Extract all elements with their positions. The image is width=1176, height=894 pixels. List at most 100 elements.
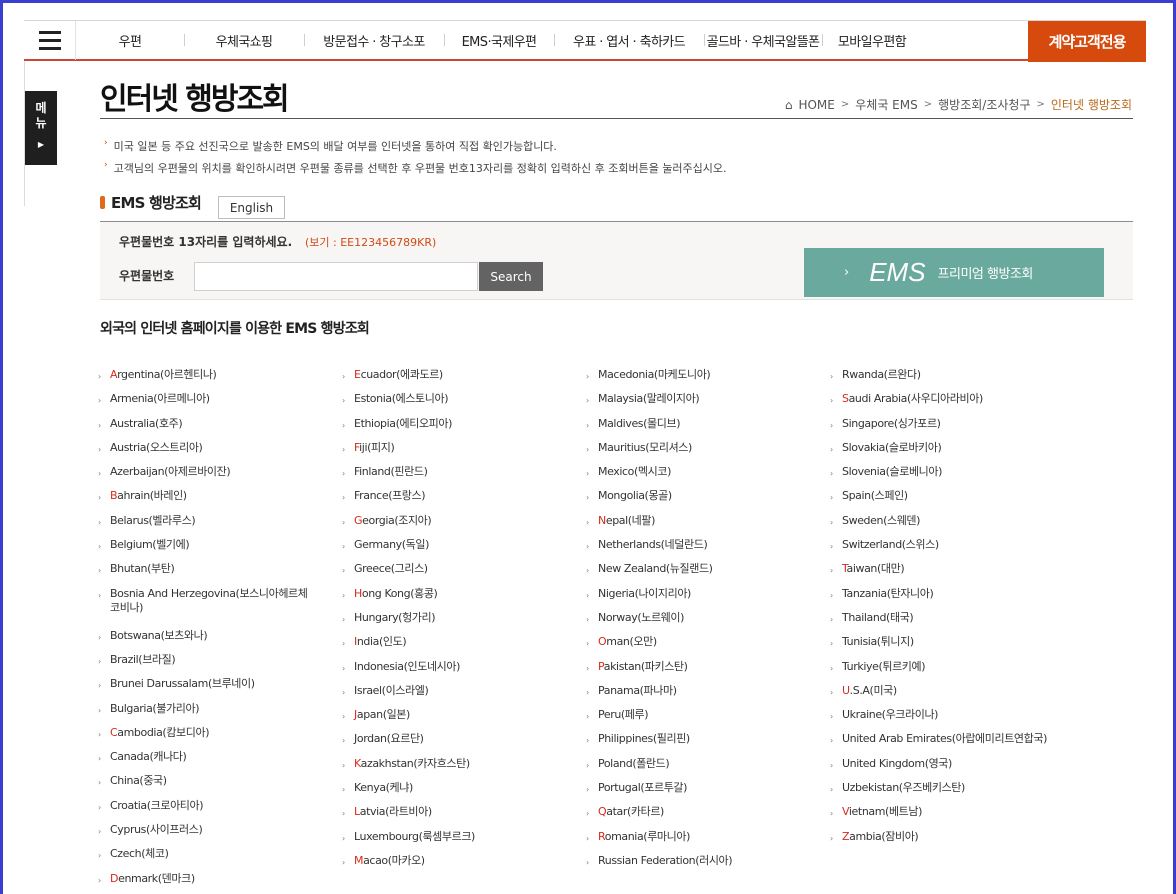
nav-item[interactable]: 골드바 · 우체국알뜰폰 — [704, 31, 822, 50]
country-name[interactable]: United Kingdom(영국) — [842, 757, 952, 771]
country-link[interactable]: › Kazakhstan(카자흐스탄) — [342, 757, 475, 781]
country-name[interactable]: Macao(마카오) — [354, 854, 425, 868]
contract-customer-button[interactable]: 계약고객전용 — [1028, 20, 1146, 62]
country-name[interactable]: Armenia(아르메니아) — [110, 392, 210, 406]
country-name[interactable]: Czech(체코) — [110, 847, 169, 861]
nav-item[interactable]: 우체국쇼핑 — [184, 31, 304, 50]
country-link[interactable]: › Maldives(몰디브) — [586, 417, 732, 441]
country-name[interactable]: Cyprus(사이프러스) — [110, 823, 203, 837]
country-name[interactable]: Norway(노르웨이) — [598, 611, 684, 625]
nav-item[interactable]: 우표 · 엽서 · 축하카드 — [554, 31, 704, 50]
country-link[interactable]: › Ethiopia(에티오피아) — [342, 417, 475, 441]
country-name[interactable]: China(중국) — [110, 774, 167, 788]
nav-item[interactable]: 모바일우편함 — [822, 31, 922, 50]
country-link[interactable]: › United Kingdom(영국) — [830, 757, 1047, 781]
country-link[interactable]: › Botswana(보츠와나) — [98, 629, 310, 653]
country-name[interactable]: Tanzania(탄자니아) — [842, 587, 934, 601]
country-link[interactable]: › Switzerland(스위스) — [830, 538, 1047, 562]
country-name[interactable]: Croatia(크로아티아) — [110, 799, 204, 813]
country-link[interactable]: › Kenya(케냐) — [342, 781, 475, 805]
country-link[interactable]: › Fiji(피지) — [342, 441, 475, 465]
country-link[interactable]: › Bulgaria(불가리아) — [98, 702, 310, 726]
country-name[interactable]: Azerbaijan(아제르바이잔) — [110, 465, 231, 479]
country-link[interactable]: › New Zealand(뉴질랜드) — [586, 562, 732, 586]
country-name[interactable]: Poland(폴란드) — [598, 757, 670, 771]
country-name[interactable]: Portugal(포르투갈) — [598, 781, 687, 795]
breadcrumb-home[interactable]: HOME — [798, 98, 834, 112]
country-name[interactable]: Argentina(아르헨티나) — [110, 368, 217, 382]
country-name[interactable]: Philippines(필리핀) — [598, 732, 690, 746]
country-name[interactable]: Switzerland(스위스) — [842, 538, 939, 552]
tracking-number-input[interactable] — [194, 262, 478, 291]
country-name[interactable]: Botswana(보츠와나) — [110, 629, 208, 643]
country-name[interactable]: Brazil(브라질) — [110, 653, 176, 667]
english-button[interactable]: English — [218, 196, 285, 219]
nav-item[interactable]: EMS·국제우편 — [444, 31, 554, 50]
breadcrumb-item-ems[interactable]: 우체국 EMS — [855, 96, 918, 113]
country-link[interactable]: › Turkiye(튀르키예) — [830, 660, 1047, 684]
country-name[interactable]: Singapore(싱가포르) — [842, 417, 941, 431]
country-link[interactable]: › U.S.A(미국) — [830, 684, 1047, 708]
country-link[interactable]: › Azerbaijan(아제르바이잔) — [98, 465, 310, 489]
country-link[interactable]: › Mexico(멕시코) — [586, 465, 732, 489]
country-link[interactable]: › Poland(폴란드) — [586, 757, 732, 781]
country-name[interactable]: Germany(독일) — [354, 538, 429, 552]
country-name[interactable]: Canada(캐나다) — [110, 750, 187, 764]
country-name[interactable]: Estonia(에스토니아) — [354, 392, 448, 406]
country-link[interactable]: › Netherlands(네덜란드) — [586, 538, 732, 562]
country-name[interactable]: U.S.A(미국) — [842, 684, 897, 698]
country-name[interactable]: Kazakhstan(카자흐스탄) — [354, 757, 470, 771]
country-link[interactable]: › Brazil(브라질) — [98, 653, 310, 677]
country-link[interactable]: › Georgia(조지아) — [342, 514, 475, 538]
country-name[interactable]: Mauritius(모리셔스) — [598, 441, 692, 455]
country-name[interactable]: Israel(이스라엘) — [354, 684, 429, 698]
country-link[interactable]: › Bahrain(바레인) — [98, 489, 310, 513]
country-link[interactable]: › Bosnia And Herzegovina(보스니아헤르체코비나) — [98, 587, 310, 629]
country-link[interactable]: › India(인도) — [342, 635, 475, 659]
country-name[interactable]: Russian Federation(러시아) — [598, 854, 733, 868]
country-link[interactable]: › Latvia(라트비아) — [342, 805, 475, 829]
country-link[interactable]: › Mauritius(모리셔스) — [586, 441, 732, 465]
country-name[interactable]: Latvia(라트비아) — [354, 805, 432, 819]
country-name[interactable]: Georgia(조지아) — [354, 514, 432, 528]
country-name[interactable]: Brunei Darussalam(브루네이) — [110, 677, 255, 691]
country-name[interactable]: Pakistan(파키스탄) — [598, 660, 688, 674]
country-name[interactable]: Oman(오만) — [598, 635, 657, 649]
country-link[interactable]: › Spain(스페인) — [830, 489, 1047, 513]
country-name[interactable]: Greece(그리스) — [354, 562, 428, 576]
country-name[interactable]: Romania(루마니아) — [598, 830, 690, 844]
country-link[interactable]: › Bhutan(부탄) — [98, 562, 310, 586]
country-link[interactable]: › Zambia(잠비아) — [830, 830, 1047, 854]
country-link[interactable]: › Denmark(덴마크) — [98, 872, 310, 894]
country-link[interactable]: › China(중국) — [98, 774, 310, 798]
country-link[interactable]: › Armenia(아르메니아) — [98, 392, 310, 416]
country-link[interactable]: › Panama(파나마) — [586, 684, 732, 708]
country-link[interactable]: › Macedonia(마케도니아) — [586, 368, 732, 392]
country-link[interactable]: › Belgium(벨기에) — [98, 538, 310, 562]
country-link[interactable]: › Macao(마카오) — [342, 854, 475, 878]
country-link[interactable]: › Russian Federation(러시아) — [586, 854, 733, 878]
country-link[interactable]: › Uzbekistan(우즈베키스탄) — [830, 781, 1047, 805]
country-link[interactable]: › Thailand(태국) — [830, 611, 1047, 635]
country-link[interactable]: › Argentina(아르헨티나) — [98, 368, 310, 392]
country-link[interactable]: › Romania(루마니아) — [586, 830, 732, 854]
country-link[interactable]: › Vietnam(베트남) — [830, 805, 1047, 829]
country-name[interactable]: Peru(페루) — [598, 708, 649, 722]
country-name[interactable]: Uzbekistan(우즈베키스탄) — [842, 781, 965, 795]
search-button[interactable]: Search — [479, 262, 543, 291]
country-name[interactable]: Vietnam(베트남) — [842, 805, 922, 819]
country-link[interactable]: › Indonesia(인도네시아) — [342, 660, 475, 684]
country-link[interactable]: › Luxembourg(룩셈부르크) — [342, 830, 475, 854]
country-link[interactable]: › Hungary(헝가리) — [342, 611, 475, 635]
country-link[interactable]: › Nepal(네팔) — [586, 514, 732, 538]
country-name[interactable]: Belgium(벨기에) — [110, 538, 190, 552]
country-name[interactable]: Bulgaria(불가리아) — [110, 702, 199, 716]
country-name[interactable]: Bahrain(바레인) — [110, 489, 187, 503]
country-name[interactable]: United Arab Emirates(아랍에미리트연합국) — [842, 732, 1047, 746]
country-name[interactable]: Saudi Arabia(사우디아라비아) — [842, 392, 983, 406]
country-link[interactable]: › Belarus(벨라루스) — [98, 514, 310, 538]
country-name[interactable]: Bosnia And Herzegovina(보스니아헤르체코비나) — [110, 587, 310, 615]
country-link[interactable]: › Oman(오만) — [586, 635, 732, 659]
country-link[interactable]: › Jordan(요르단) — [342, 732, 475, 756]
country-name[interactable]: Mongolia(몽골) — [598, 489, 672, 503]
